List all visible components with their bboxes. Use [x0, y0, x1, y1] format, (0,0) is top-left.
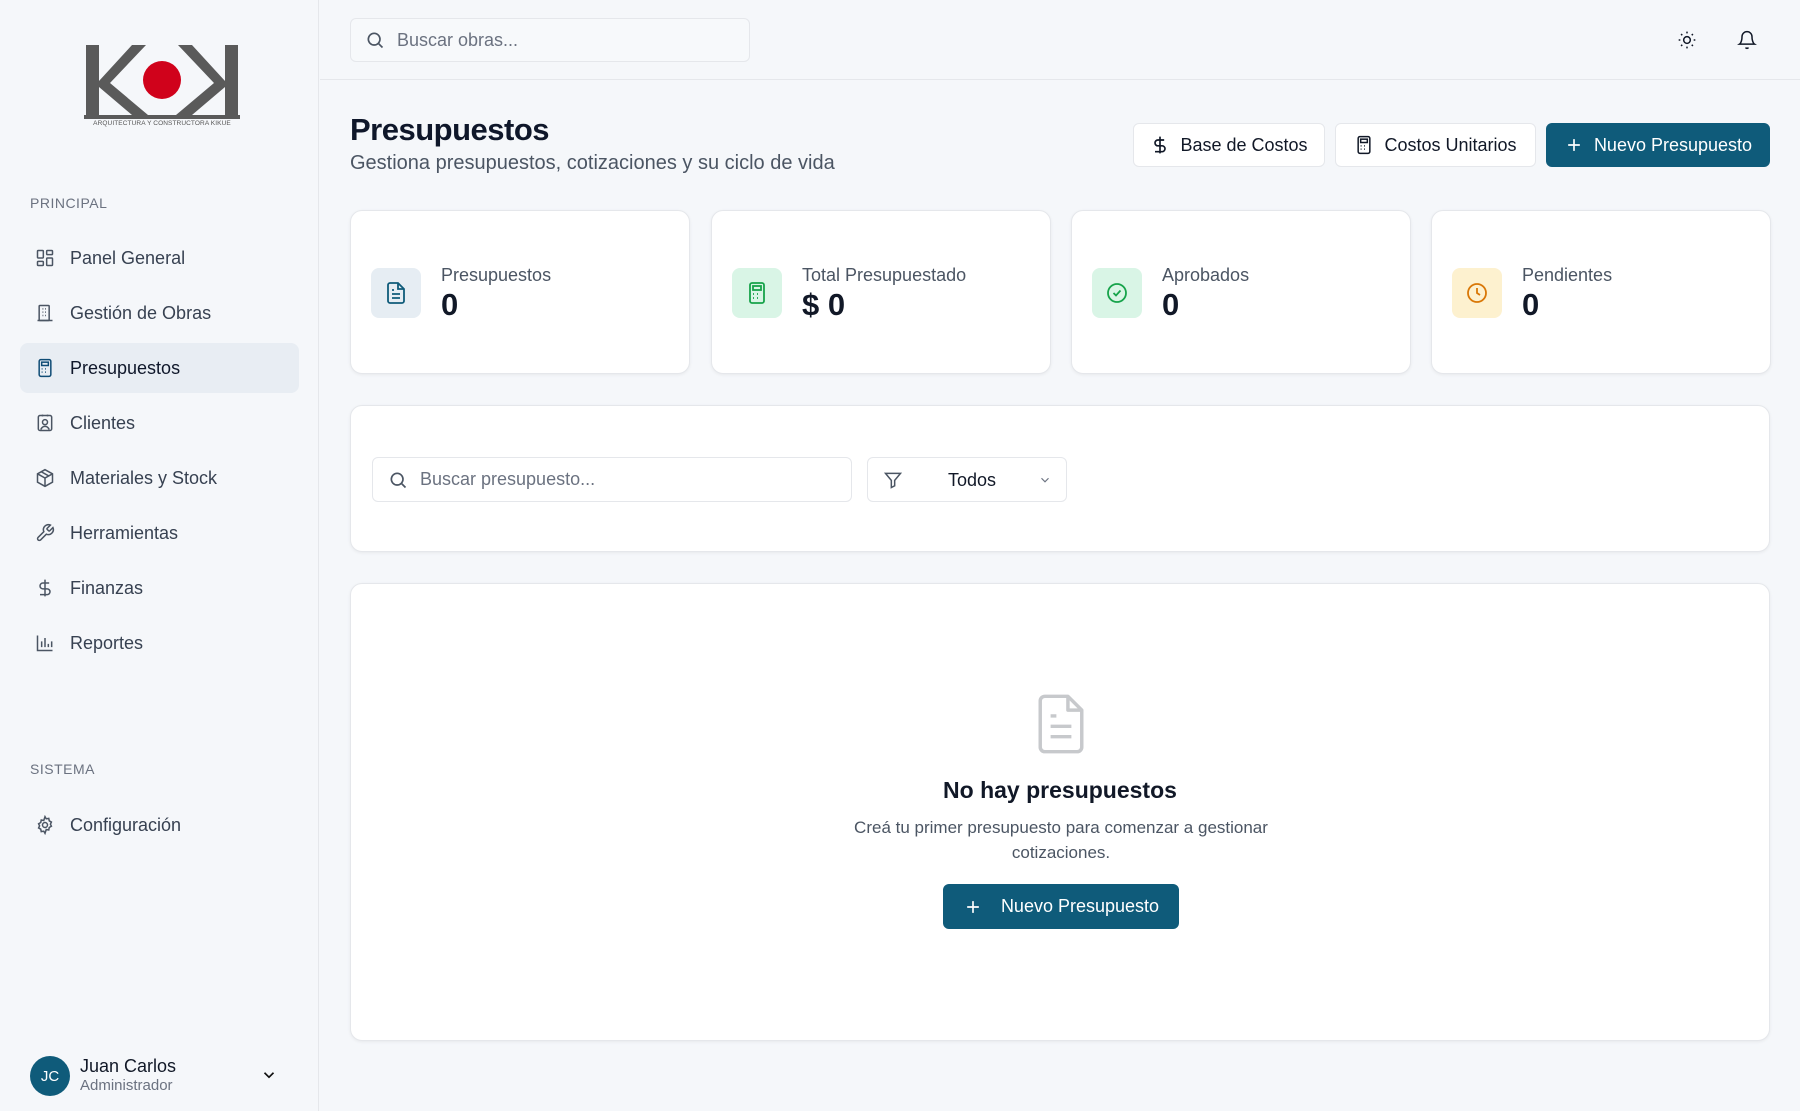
file-text-icon [1038, 694, 1084, 754]
clock-icon [1467, 283, 1487, 303]
sidebar-item-panel-general[interactable]: Panel General [20, 233, 299, 283]
stat-card-pendientes: Pendientes 0 [1431, 210, 1771, 374]
global-search[interactable] [350, 18, 750, 62]
select-value: Todos [948, 470, 997, 490]
sidebar-item-configuracion[interactable]: Configuración [20, 800, 299, 850]
chevron-down-icon [263, 1072, 275, 1079]
sidebar-item-label: Reportes [70, 632, 144, 653]
budget-search[interactable] [372, 457, 852, 502]
empty-nuevo-presupuesto-button[interactable]: Nuevo Presupuesto [943, 884, 1179, 929]
button-label: Costos Unitarios [1384, 134, 1517, 155]
plus-icon [967, 900, 979, 913]
bell-icon [1737, 30, 1757, 50]
dollar-icon [1154, 136, 1167, 154]
page-subtitle: Gestiona presupuestos, cotizaciones y su… [350, 152, 835, 174]
sun-icon [1678, 31, 1696, 49]
topbar [320, 0, 1800, 80]
search-icon [390, 472, 407, 488]
notifications-button[interactable] [1733, 26, 1761, 54]
sidebar-item-label: Presupuestos [70, 357, 181, 378]
button-label: Nuevo Presupuesto [1000, 896, 1160, 916]
stat-card-total-presupuestado: Total Presupuestado $ 0 [711, 210, 1051, 374]
stat-icon-wrap [1092, 268, 1142, 318]
section-label-principal: PRINCIPAL [30, 195, 108, 211]
filter-card: Todos [350, 405, 1770, 552]
empty-state-card: No hay presupuestos Creá tu primer presu… [350, 583, 1770, 1041]
button-label: Base de Costos [1180, 134, 1308, 155]
section-label-sistema: SISTEMA [30, 761, 95, 777]
check-circle-icon [1107, 283, 1127, 303]
stat-value: $ 0 [802, 287, 846, 322]
stat-card-presupuestos: Presupuestos 0 [350, 210, 690, 374]
status-filter-select[interactable]: Todos [867, 457, 1067, 502]
chevron-down-icon [1041, 477, 1049, 483]
sidebar-item-label: Finanzas [70, 577, 144, 598]
theme-toggle-button[interactable] [1673, 26, 1701, 54]
user-name: Juan Carlos [80, 1056, 177, 1076]
page-title: Presupuestos [350, 112, 550, 147]
building-icon [37, 304, 53, 322]
sidebar-item-presupuestos[interactable]: Presupuestos [20, 343, 299, 393]
search-input[interactable] [397, 29, 705, 51]
user-menu[interactable]: JC Juan Carlos Administrador [30, 1055, 290, 1097]
sidebar-item-herramientas[interactable]: Herramientas [20, 508, 299, 558]
sidebar-item-label: Configuración [70, 814, 182, 835]
stat-icon-wrap [1452, 268, 1502, 318]
sidebar-item-gestion-obras[interactable]: Gestión de Obras [20, 288, 299, 338]
user-role: Administrador [80, 1077, 173, 1094]
avatar: JC [30, 1056, 70, 1096]
bar-chart-icon [36, 635, 53, 652]
calculator-icon [38, 358, 52, 378]
gear-icon [37, 815, 53, 835]
wrench-icon [36, 523, 55, 542]
button-label: Nuevo Presupuesto [1593, 134, 1753, 155]
brand-logo[interactable] [84, 43, 240, 129]
calculator-icon [749, 282, 765, 304]
costos-unitarios-button[interactable]: Costos Unitarios [1335, 123, 1536, 167]
stat-label: Total Presupuestado [802, 265, 967, 285]
stat-value: 0 [1522, 287, 1540, 322]
empty-text: Creá tu primer presupuesto para comenzar… [854, 818, 1268, 862]
sidebar-item-label: Panel General [70, 247, 186, 268]
layout-grid-icon [36, 249, 54, 267]
stat-value: 0 [441, 287, 459, 322]
base-costos-button[interactable]: Base de Costos [1133, 123, 1325, 167]
contact-icon [37, 414, 53, 432]
stat-label: Presupuestos [441, 265, 552, 285]
stat-card-aprobados: Aprobados 0 [1071, 210, 1411, 374]
stat-icon-wrap [371, 268, 421, 318]
stat-icon-wrap [732, 268, 782, 318]
sidebar-item-finanzas[interactable]: Finanzas [20, 563, 299, 613]
sidebar-item-label: Herramientas [70, 522, 179, 543]
brand-tagline: ARQUITECTURA Y CONSTRUCTORA KIKUE [93, 120, 231, 127]
filter-icon [883, 472, 903, 489]
sidebar-item-label: Clientes [70, 412, 136, 433]
file-text-icon [387, 282, 405, 304]
search-icon [367, 32, 384, 49]
stat-value: 0 [1162, 287, 1180, 322]
sidebar-item-reportes[interactable]: Reportes [20, 618, 299, 668]
empty-title: No hay presupuestos [943, 777, 1177, 803]
dollar-icon [39, 579, 51, 597]
sidebar-item-clientes[interactable]: Clientes [20, 398, 299, 448]
plus-icon [1568, 139, 1580, 151]
package-icon [36, 468, 54, 488]
sidebar-item-label: Materiales y Stock [70, 467, 218, 488]
sidebar-item-label: Gestión de Obras [70, 302, 212, 323]
sidebar: ARQUITECTURA Y CONSTRUCTORA KIKUE PRINCI… [0, 0, 319, 1111]
nuevo-presupuesto-button[interactable]: Nuevo Presupuesto [1546, 123, 1770, 167]
stat-label: Pendientes [1522, 265, 1613, 285]
search-input[interactable] [420, 469, 791, 490]
calculator-icon [1357, 135, 1372, 155]
stat-label: Aprobados [1162, 265, 1250, 285]
sidebar-item-materiales-stock[interactable]: Materiales y Stock [20, 453, 299, 503]
